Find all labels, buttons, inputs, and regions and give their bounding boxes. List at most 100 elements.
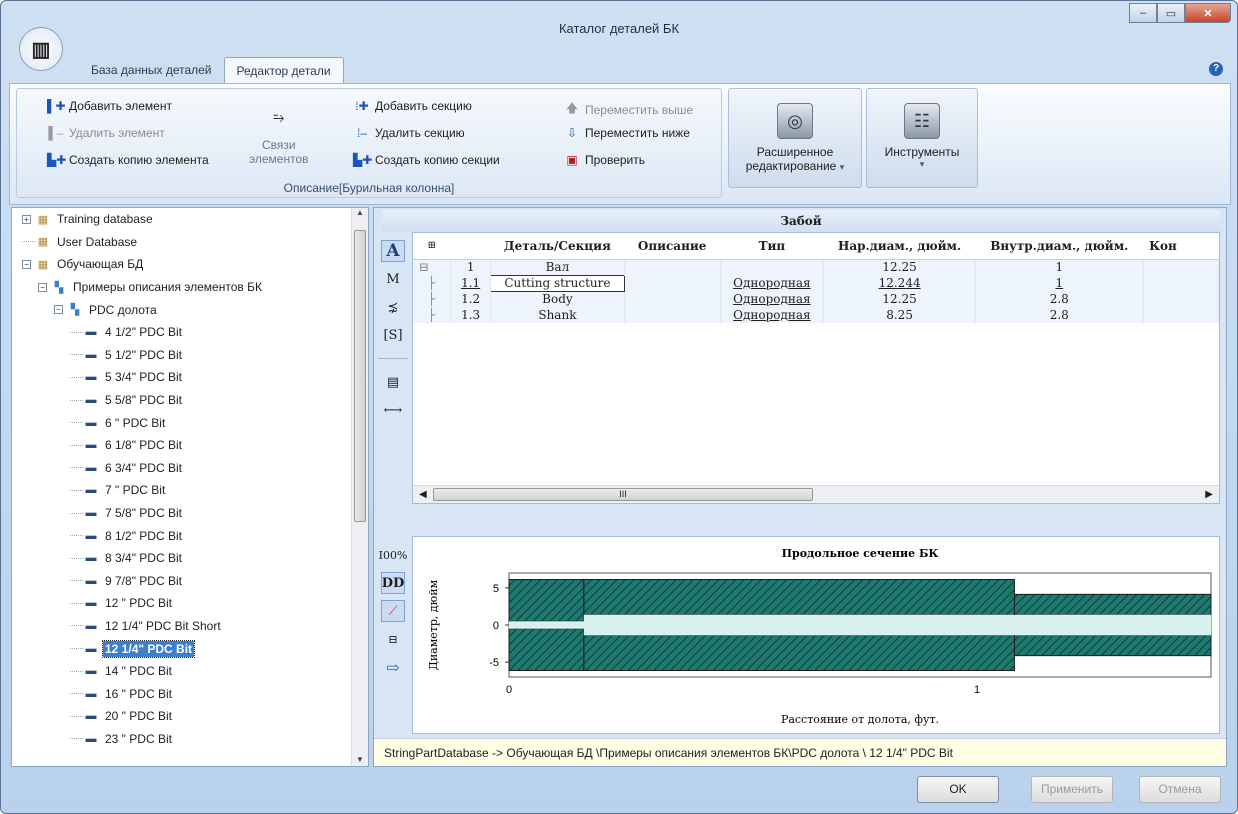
col-outer-diameter[interactable]: Нар.диам., дюйм. xyxy=(823,233,976,260)
type-cell[interactable]: Однородная xyxy=(720,307,825,323)
table-row[interactable]: ⊟ 1 Вал 12.25 1 xyxy=(413,259,1219,275)
scroll-right-icon[interactable]: ▶ xyxy=(1205,489,1213,500)
s-tool-icon[interactable]: [S] xyxy=(381,324,405,346)
links-tool-icon[interactable]: ⋨ xyxy=(381,296,405,318)
table-row[interactable]: ├ 1.3 Shank Однородная 8.25 2.8 xyxy=(413,307,1219,323)
part-name-cell[interactable]: Cutting structure xyxy=(490,274,625,292)
grid-scroll-thumb[interactable]: III xyxy=(433,488,813,501)
tree-item[interactable]: ▬ 6 1/8" PDC Bit xyxy=(12,434,352,457)
tree-item[interactable]: ▬ 8 3/4" PDC Bit xyxy=(12,547,352,570)
col-description[interactable]: Описание xyxy=(624,233,720,260)
tree-item[interactable]: − ▚ PDC долота xyxy=(12,298,352,321)
grid-hscrollbar[interactable]: ◀ III ▶ xyxy=(413,485,1219,503)
connection-cell[interactable] xyxy=(1143,275,1219,291)
tree-item[interactable]: ▬ 4 1/2" PDC Bit xyxy=(12,321,352,344)
fit-columns-icon[interactable]: ⟷ xyxy=(381,399,405,421)
font-tool-icon[interactable]: A xyxy=(381,240,405,262)
connection-cell[interactable] xyxy=(1143,259,1219,275)
tree-item[interactable]: ▬ 7 5/8" PDC Bit xyxy=(12,502,352,525)
add-element-button[interactable]: ▌✚ Добавить элемент xyxy=(47,99,172,113)
ok-button[interactable]: OK xyxy=(917,776,999,803)
type-cell[interactable]: Однородная xyxy=(720,291,825,307)
copy-element-button[interactable]: ▙✚ Создать копию элемента xyxy=(47,153,209,167)
collapse-icon[interactable]: ⊟ xyxy=(381,628,405,650)
row-number[interactable]: 1 xyxy=(450,259,492,275)
tree-item[interactable]: ▬ 8 1/2" PDC Bit xyxy=(12,524,352,547)
advanced-editing-button[interactable]: ◎ Расширенное редактирование ▾ xyxy=(728,88,862,188)
m-tool-icon[interactable]: M xyxy=(381,268,405,290)
tree-item[interactable]: ▬ 12 " PDC Bit xyxy=(12,592,352,615)
outer-diameter-cell[interactable]: 12.25 xyxy=(823,259,976,275)
part-name-cell[interactable]: Body xyxy=(490,291,625,307)
collapse-icon[interactable]: − xyxy=(22,259,31,269)
zoom-100-icon[interactable]: I00% xyxy=(379,544,408,566)
tree-item[interactable]: ▬ 6 3/4" PDC Bit xyxy=(12,457,352,480)
tools-button[interactable]: ☷ Инструменты ▾ xyxy=(866,88,978,188)
tab-part-editor[interactable]: Редактор детали xyxy=(223,57,344,83)
scroll-down-icon[interactable]: ▼ xyxy=(352,755,368,764)
cancel-button[interactable]: Отмена xyxy=(1139,776,1221,803)
tree-item[interactable]: ▬ 23 " PDC Bit xyxy=(12,728,352,751)
table-row[interactable]: ├ 1.2 Body Однородная 12.25 2.8 xyxy=(413,291,1219,307)
graph-view-icon[interactable]: ⟋ xyxy=(381,600,405,622)
help-icon[interactable]: ? xyxy=(1209,62,1223,76)
tree-item[interactable]: ▬ 5 5/8" PDC Bit xyxy=(12,389,352,412)
tree-item[interactable]: ▬ 6 " PDC Bit xyxy=(12,411,352,434)
part-name-cell[interactable]: Shank xyxy=(490,307,625,323)
outer-diameter-cell[interactable]: 12.244 xyxy=(823,275,976,291)
tab-parts-database[interactable]: База данных деталей xyxy=(79,57,224,83)
type-cell[interactable] xyxy=(720,259,825,275)
type-cell[interactable]: Однородная xyxy=(720,275,825,291)
expand-icon[interactable]: + xyxy=(22,214,31,224)
arrow-right-icon[interactable]: ⇨ xyxy=(381,656,405,678)
inner-diameter-cell[interactable]: 1 xyxy=(975,259,1144,275)
tree-item[interactable]: − ▚ Примеры описания элементов БК xyxy=(12,276,352,299)
scroll-left-icon[interactable]: ◀ xyxy=(419,489,427,500)
inner-diameter-cell[interactable]: 2.8 xyxy=(975,291,1144,307)
delete-element-button[interactable]: ▌– Удалить элемент xyxy=(47,126,164,140)
move-up-button[interactable]: 🡅 Переместить выше xyxy=(563,99,693,120)
collapse-icon[interactable]: − xyxy=(54,305,63,315)
collapse-icon[interactable]: − xyxy=(38,282,47,292)
sort-tool-icon[interactable]: ▤ xyxy=(381,371,405,393)
tree-item[interactable]: ▬ 12 1/4" PDC Bit Short xyxy=(12,615,352,638)
col-type[interactable]: Тип xyxy=(720,233,824,260)
row-number[interactable]: 1.3 xyxy=(450,307,492,323)
maximize-icon[interactable]: ▭ xyxy=(1157,3,1185,23)
col-connection[interactable]: Кон xyxy=(1143,233,1219,260)
table-row[interactable]: ├ 1.1 Cutting structure Однородная 12.244 1 xyxy=(413,274,1219,292)
copy-section-button[interactable]: ▙✚ Создать копию секции xyxy=(353,153,500,167)
description-cell[interactable] xyxy=(624,259,721,275)
tree-scroll-thumb[interactable] xyxy=(354,230,366,522)
minimize-icon[interactable]: – xyxy=(1129,3,1157,23)
inner-diameter-cell[interactable]: 2.8 xyxy=(975,307,1144,323)
description-cell[interactable] xyxy=(624,275,721,291)
description-cell[interactable] xyxy=(624,291,721,307)
scroll-up-icon[interactable]: ▲ xyxy=(352,208,368,217)
tree-item[interactable]: ▬ 7 " PDC Bit xyxy=(12,479,352,502)
tree-scrollbar[interactable]: ▲ ▼ xyxy=(351,208,368,766)
element-links-button[interactable]: ⥲ Связи элементов xyxy=(249,109,309,166)
description-cell[interactable] xyxy=(624,307,721,323)
tree-item[interactable]: ▬ 16 " PDC Bit xyxy=(12,682,352,705)
tree-item[interactable]: ▬ 5 1/2" PDC Bit xyxy=(12,344,352,367)
tree-item[interactable]: + ▦ Training database xyxy=(12,208,352,231)
connection-cell[interactable] xyxy=(1143,291,1219,307)
expand-all-icon[interactable]: ⊞ xyxy=(413,233,451,260)
col-inner-diameter[interactable]: Внутр.диам., дюйм. xyxy=(975,233,1144,260)
outer-diameter-cell[interactable]: 12.25 xyxy=(823,291,976,307)
tree-item[interactable]: − ▦ Обучающая БД xyxy=(12,253,352,276)
add-section-button[interactable]: ⁞✚ Добавить секцию xyxy=(353,99,472,113)
inner-diameter-cell[interactable]: 1 xyxy=(975,275,1144,291)
tree-item[interactable]: ▬ 14 " PDC Bit xyxy=(12,660,352,683)
row-number[interactable]: 1.1 xyxy=(450,275,492,291)
part-name-cell[interactable]: Вал xyxy=(490,259,625,275)
drill-string-logo-icon[interactable]: ▥ xyxy=(19,27,63,71)
tree-item[interactable]: ▬ 9 7/8" PDC Bit xyxy=(12,570,352,593)
tree-item[interactable]: ▦ User Database xyxy=(12,231,352,254)
col-part-section[interactable]: Деталь/Секция xyxy=(490,233,625,260)
delete-section-button[interactable]: ⁞– Удалить секцию xyxy=(353,126,465,140)
row-number[interactable]: 1.2 xyxy=(450,291,492,307)
section-view-icon[interactable]: DD xyxy=(381,572,405,594)
tree-item[interactable]: ▬ 20 " PDC Bit xyxy=(12,705,352,728)
